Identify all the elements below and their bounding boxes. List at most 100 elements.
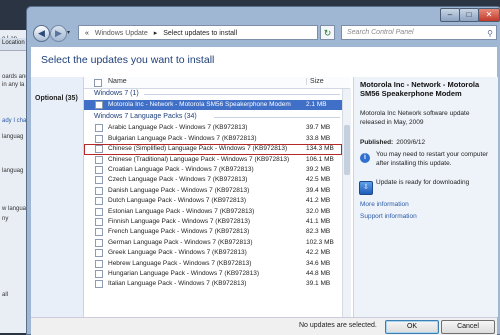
update-checkbox[interactable]	[95, 197, 103, 206]
update-name: Czech Language Pack - Windows 7 (KB97281…	[108, 176, 248, 184]
column-header-name[interactable]: Name	[108, 78, 127, 85]
update-checkbox[interactable]	[95, 280, 103, 289]
update-size: 44.8 MB	[306, 270, 331, 277]
group-header[interactable]: Windows 7 Language Packs (34)	[84, 112, 342, 122]
bg-text: in any la	[2, 82, 25, 88]
search-input[interactable]: Search Control Panel ⚲	[341, 25, 497, 40]
navigation-bar: ◀ ▶ ▾ « Windows Update ▸ Select updates …	[31, 23, 497, 43]
footer-bar: No updates are selected. OK Cancel	[31, 317, 497, 335]
group-divider	[214, 117, 340, 119]
scrollbar-thumb[interactable]	[344, 125, 350, 175]
more-information-link[interactable]: More information	[360, 201, 409, 208]
update-name: French Language Pack - Windows 7 (KB9728…	[108, 228, 250, 236]
update-checkbox[interactable]	[95, 238, 103, 247]
update-checkbox[interactable]	[95, 134, 103, 143]
client-area: Select the updates you want to install O…	[31, 47, 498, 317]
update-row[interactable]: Italian Language Pack - Windows 7 (KB972…	[84, 279, 342, 289]
update-row[interactable]: Greek Language Pack - Windows 7 (KB97281…	[84, 248, 342, 258]
update-row[interactable]: Czech Language Pack - Windows 7 (KB97281…	[84, 175, 342, 185]
minimize-button[interactable]: –	[440, 8, 460, 22]
update-checkbox[interactable]	[95, 124, 103, 133]
title-bar: – □ ✕	[27, 7, 500, 22]
search-icon[interactable]: ⚲	[487, 27, 493, 40]
bg-text: languag	[2, 134, 24, 140]
column-header-size[interactable]: Size	[306, 78, 324, 85]
update-checkbox[interactable]	[95, 166, 103, 174]
update-size: 42.2 MB	[306, 249, 331, 257]
cancel-button[interactable]: Cancel	[441, 320, 495, 334]
address-bar[interactable]: « Windows Update ▸ Select updates to ins…	[78, 25, 318, 40]
update-name: Croatian Language Pack - Windows 7 (KB97…	[108, 166, 254, 173]
bg-link[interactable]: ady I cha	[2, 118, 26, 124]
update-size: 32.0 MB	[306, 207, 331, 215]
update-name: Greek Language Pack - Windows 7 (KB97281…	[108, 249, 247, 257]
category-optional[interactable]: Optional (35)	[35, 95, 78, 102]
support-information-link[interactable]: Support information	[360, 213, 417, 220]
breadcrumb-windows-update[interactable]: Windows Update	[95, 30, 148, 37]
group-header[interactable]: Windows 7 (1)	[84, 89, 342, 99]
update-row[interactable]: Estonian Language Pack - Windows 7 (KB97…	[84, 207, 342, 217]
category-pane: Optional (35)	[31, 77, 84, 317]
update-size: 39.2 MB	[306, 166, 331, 173]
close-button[interactable]: ✕	[478, 8, 500, 22]
update-name: Arabic Language Pack - Windows 7 (KB9728…	[108, 124, 248, 132]
page-title: Select the updates you want to install	[41, 54, 215, 66]
update-checkbox[interactable]	[95, 218, 103, 226]
forward-arrow-icon[interactable]: ▶	[50, 25, 67, 42]
update-row[interactable]: French Language Pack - Windows 7 (KB9728…	[84, 227, 342, 237]
update-row[interactable]: Finnish Language Pack - Windows 7 (KB972…	[84, 217, 342, 227]
update-row[interactable]: Hungarian Language Pack - Windows 7 (KB9…	[84, 269, 342, 279]
breadcrumb-select-updates[interactable]: Select updates to install	[163, 30, 237, 37]
update-row[interactable]: German Language Pack - Windows 7 (KB9728…	[84, 238, 342, 248]
update-size: 42.5 MB	[306, 176, 331, 184]
update-checkbox[interactable]	[95, 145, 103, 154]
update-row[interactable]: Bulgarian Language Pack - Windows 7 (KB9…	[84, 134, 342, 144]
background-tab-location[interactable]: Location	[2, 40, 25, 46]
update-size: 39.4 MB	[306, 186, 331, 194]
list-scrollbar[interactable]	[342, 89, 351, 317]
group-divider	[144, 94, 340, 95]
status-text: No updates are selected.	[299, 322, 377, 329]
select-all-checkbox[interactable]	[94, 79, 102, 87]
update-row[interactable]: Arabic Language Pack - Windows 7 (KB9728…	[84, 123, 342, 133]
update-checkbox[interactable]	[95, 101, 103, 109]
update-checkbox[interactable]	[95, 186, 103, 195]
update-row[interactable]: Dutch Language Pack - Windows 7 (KB97281…	[84, 196, 342, 206]
breadcrumb-overflow[interactable]: «	[85, 30, 89, 37]
published-date: 2009/6/12	[396, 139, 426, 146]
update-row[interactable]: Chinese (Traditional) Language Pack - Wi…	[84, 155, 342, 165]
maximize-button[interactable]: □	[459, 8, 479, 22]
update-checkbox[interactable]	[95, 259, 103, 268]
update-size: 41.2 MB	[306, 197, 331, 205]
search-placeholder: Search Control Panel	[347, 29, 414, 36]
update-checkbox[interactable]	[95, 249, 103, 258]
update-name: Italian Language Pack - Windows 7 (KB972…	[108, 280, 247, 288]
update-checkbox[interactable]	[95, 155, 103, 164]
update-row[interactable]: Danish Language Pack - Windows 7 (KB9728…	[84, 186, 342, 196]
update-row[interactable]: Motorola Inc - Network - Motorola SM56 S…	[84, 100, 342, 111]
bg-text: w langua	[2, 206, 27, 212]
windows-update-dialog: – □ ✕ ◀ ▶ ▾ « Windows Update ▸ Select up…	[26, 6, 500, 335]
update-checkbox[interactable]	[95, 176, 103, 185]
recent-pages-chevron-icon[interactable]: ▾	[67, 29, 70, 36]
update-name: German Language Pack - Windows 7 (KB9728…	[108, 238, 253, 246]
details-title: Motorola Inc - Network - Motorola SM56 S…	[360, 80, 480, 98]
update-checkbox[interactable]	[95, 228, 103, 237]
update-size: 102.3 MB	[306, 238, 334, 246]
update-checkbox[interactable]	[95, 270, 103, 278]
update-row[interactable]: Croatian Language Pack - Windows 7 (KB97…	[84, 165, 342, 175]
update-size: 34.6 MB	[306, 259, 331, 267]
refresh-icon[interactable]: ↻	[320, 25, 335, 40]
update-name: Chinese (Traditional) Language Pack - Wi…	[108, 155, 290, 163]
group-header-label: Windows 7 (1)	[94, 90, 139, 97]
ready-note: Update is ready for downloading	[376, 179, 470, 186]
details-description: Motorola Inc Network software update rel…	[360, 110, 470, 126]
bg-text: oards and	[2, 74, 29, 80]
update-row[interactable]: Chinese (Simplified) Language Pack - Win…	[84, 144, 342, 155]
back-arrow-icon[interactable]: ◀	[33, 25, 50, 42]
update-name: Hungarian Language Pack - Windows 7 (KB9…	[108, 270, 260, 277]
update-checkbox[interactable]	[95, 207, 103, 216]
update-row[interactable]: Hebrew Language Pack - Windows 7 (KB9728…	[84, 259, 342, 269]
ok-button[interactable]: OK	[385, 320, 439, 334]
update-size: 2.1 MB	[306, 101, 327, 108]
